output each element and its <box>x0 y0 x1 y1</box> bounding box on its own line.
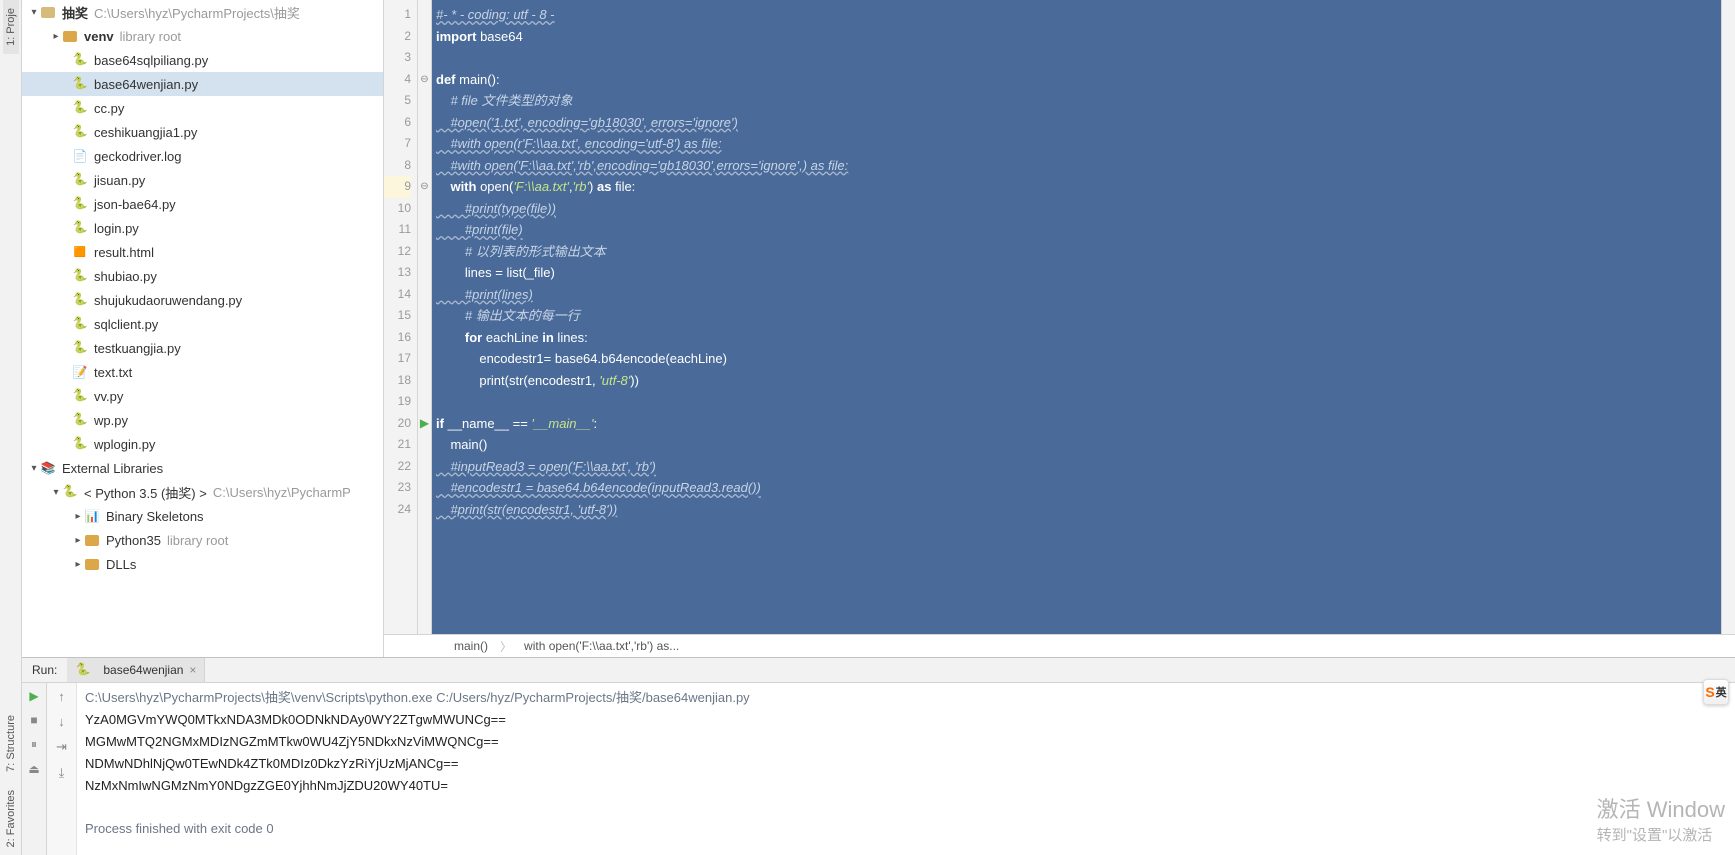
file-shujukudaoruwendang[interactable]: shujukudaoruwendang.py <box>22 288 383 312</box>
tab-project[interactable]: 1: Proje <box>3 0 19 54</box>
file-base64sqlpiliang[interactable]: base64sqlpiliang.py <box>22 48 383 72</box>
file-shubiao[interactable]: shubiao.py <box>22 264 383 288</box>
python-icon <box>72 340 88 356</box>
down-icon[interactable]: ↓ <box>58 714 65 729</box>
file-sqlclient[interactable]: sqlclient.py <box>22 312 383 336</box>
project-tree[interactable]: ▾ 抽奖 C:\Users\hyz\PycharmProjects\抽奖 ▸ v… <box>22 0 384 657</box>
dlls-lib[interactable]: ▸DLLs <box>22 552 383 576</box>
left-tool-strip: 1: Proje 7: Structure 2: Favorites <box>0 0 22 855</box>
python-icon <box>72 100 88 116</box>
output-line: NDMwNDhlNjQw0TEwNDk4ZTk0MDIz0DkzYzRiYjUz… <box>85 756 458 771</box>
file-base64wenjian[interactable]: base64wenjian.py <box>22 72 383 96</box>
python-icon <box>72 388 88 404</box>
scroll-icon[interactable]: ⤓ <box>59 765 65 781</box>
file-json-bae64[interactable]: json-bae64.py <box>22 192 383 216</box>
python35-lib[interactable]: ▸Python35library root <box>22 528 383 552</box>
console-controls: ↑ ↓ ⇥ ⤓ <box>47 683 77 855</box>
python-icon <box>72 172 88 188</box>
run-controls: ▶ ■ ⏸ ⏏ <box>22 683 47 855</box>
breadcrumb-item[interactable]: with open('F:\\aa.txt','rb') as... <box>524 639 679 653</box>
output-line: MGMwMTQ2NGMxMDIzNGZmMTkw0WU4ZjY5NDkxNzVi… <box>85 734 499 749</box>
breadcrumb-item[interactable]: main() <box>454 639 488 653</box>
file-wp[interactable]: wp.py <box>22 408 383 432</box>
run-tool-window: Run: base64wenjian × ▶ ■ ⏸ ⏏ ↑ ↓ ⇥ <box>22 657 1735 855</box>
run-gutter-icon[interactable]: ▶ <box>418 413 431 435</box>
output-line: NzMxNmIwNGMzNmY0NDgzZGE0YjhhNmJjZDU20WY4… <box>85 778 448 793</box>
tree-venv[interactable]: ▸ venv library root <box>22 24 383 48</box>
code-content[interactable]: #- * - coding: utf - 8 - import base64 d… <box>436 4 1721 520</box>
python-icon <box>72 412 88 428</box>
file-text-txt[interactable]: text.txt <box>22 360 383 384</box>
stop-icon[interactable]: ■ <box>30 713 37 727</box>
python-icon <box>72 220 88 236</box>
text-icon <box>72 364 88 380</box>
root-name: 抽奖 <box>62 3 88 22</box>
file-cc[interactable]: cc.py <box>22 96 383 120</box>
python-icon <box>72 292 88 308</box>
error-stripe[interactable] <box>1721 0 1735 634</box>
libraries-icon <box>40 460 56 476</box>
python-icon <box>72 316 88 332</box>
file-login[interactable]: login.py <box>22 216 383 240</box>
file-vv[interactable]: vv.py <box>22 384 383 408</box>
chevron-right-icon: 〉 <box>500 638 512 655</box>
python-icon <box>72 196 88 212</box>
html-icon <box>72 244 88 260</box>
file-result-html[interactable]: result.html <box>22 240 383 264</box>
binary-skeletons[interactable]: ▸Binary Skeletons <box>22 504 383 528</box>
python-icon <box>72 268 88 284</box>
tree-root[interactable]: ▾ 抽奖 C:\Users\hyz\PycharmProjects\抽奖 <box>22 0 383 24</box>
close-icon[interactable]: × <box>189 663 196 677</box>
rerun-icon[interactable]: ▶ <box>29 689 38 703</box>
file-ceshikuangjia1[interactable]: ceshikuangjia1.py <box>22 120 383 144</box>
python-icon <box>72 52 88 68</box>
exit-code: Process finished with exit code 0 <box>85 821 274 836</box>
file-testkuangjia[interactable]: testkuangjia.py <box>22 336 383 360</box>
console-output[interactable]: C:\Users\hyz\PycharmProjects\抽奖\venv\Scr… <box>77 683 1735 855</box>
file-icon <box>72 148 88 164</box>
external-libraries[interactable]: ▾External Libraries <box>22 456 383 480</box>
exit-icon[interactable]: ⏏ <box>28 762 39 776</box>
python-sdk[interactable]: ▾ < Python 3.5 (抽奖) > C:\Users\hyz\Pycha… <box>22 480 383 504</box>
ime-badge[interactable]: S英 <box>1703 679 1729 705</box>
python-icon <box>72 124 88 140</box>
line-gutter: 1234 5678 9101112 13141516 17181920 2122… <box>384 0 418 634</box>
file-geckodriver-log[interactable]: geckodriver.log <box>22 144 383 168</box>
python-icon <box>72 436 88 452</box>
python-icon <box>72 76 88 92</box>
fold-gutter[interactable]: ⊖ ⊖ ▶ <box>418 0 432 634</box>
tab-favorites[interactable]: 2: Favorites <box>3 782 19 855</box>
skeletons-icon <box>84 508 100 524</box>
run-label: Run: <box>22 663 67 677</box>
code-editor[interactable]: 1234 5678 9101112 13141516 17181920 2122… <box>384 0 1735 634</box>
tab-structure[interactable]: 7: Structure <box>3 707 19 780</box>
pause-icon[interactable]: ⏸ <box>31 737 37 752</box>
breadcrumb[interactable]: main() 〉 with open('F:\\aa.txt','rb') as… <box>384 634 1735 657</box>
root-path: C:\Users\hyz\PycharmProjects\抽奖 <box>94 3 300 22</box>
wrap-icon[interactable]: ⇥ <box>56 739 67 755</box>
run-tab[interactable]: base64wenjian × <box>67 658 205 682</box>
python-icon <box>75 662 91 678</box>
file-wplogin[interactable]: wplogin.py <box>22 432 383 456</box>
exec-path: C:\Users\hyz\PycharmProjects\抽奖\venv\Scr… <box>85 690 750 705</box>
python-icon <box>62 484 78 500</box>
file-jisuan[interactable]: jisuan.py <box>22 168 383 192</box>
output-line: YzA0MGVmYWQ0MTkxNDA3MDk0ODNkNDAy0WY2ZTgw… <box>85 712 506 727</box>
up-icon[interactable]: ↑ <box>58 689 65 704</box>
